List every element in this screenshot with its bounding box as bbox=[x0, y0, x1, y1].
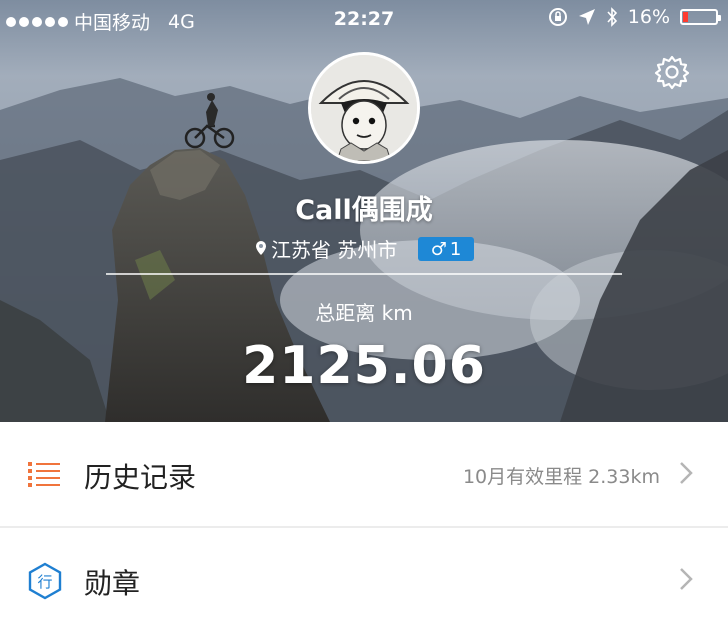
list-icon bbox=[28, 462, 60, 487]
location-text: 江苏省 苏州市 bbox=[271, 237, 398, 262]
profile-header: 中国移动 4G 22:27 16% Call偶围成 江苏省 苏州市 ♂ 1 总距… bbox=[0, 0, 728, 422]
username: Call偶围成 bbox=[295, 195, 433, 226]
level-badge: ♂ 1 bbox=[418, 237, 474, 261]
battery-percent: 16% bbox=[627, 6, 670, 28]
divider bbox=[106, 273, 622, 275]
history-summary: 10月有效里程 2.33km bbox=[462, 466, 660, 488]
pin-icon bbox=[256, 241, 266, 255]
bluetooth-icon bbox=[607, 7, 617, 27]
distance-value: 2125.06 bbox=[242, 336, 486, 396]
medal-icon-char: 行 bbox=[37, 573, 52, 591]
level-value: 1 bbox=[449, 238, 462, 260]
gender-symbol: ♂ bbox=[430, 238, 447, 260]
status-bar: 中国移动 4G 22:27 16% bbox=[0, 0, 728, 38]
history-label: 历史记录 bbox=[84, 461, 197, 494]
distance-label: 总距离 km bbox=[315, 301, 413, 325]
battery-icon bbox=[680, 9, 721, 25]
location-arrow-icon bbox=[578, 9, 595, 25]
chevron-right-icon bbox=[680, 568, 693, 590]
chevron-right-icon bbox=[680, 462, 693, 484]
history-row[interactable]: 历史记录 10月有效里程 2.33km bbox=[0, 422, 728, 526]
medals-row[interactable]: 行 勋章 bbox=[0, 528, 728, 624]
location: 江苏省 苏州市 bbox=[255, 235, 398, 262]
medals-label: 勋章 bbox=[84, 567, 141, 600]
gear-icon[interactable] bbox=[654, 54, 690, 90]
medal-icon: 行 bbox=[28, 562, 62, 600]
avatar[interactable] bbox=[308, 52, 420, 164]
lock-rotation-icon bbox=[548, 8, 567, 26]
